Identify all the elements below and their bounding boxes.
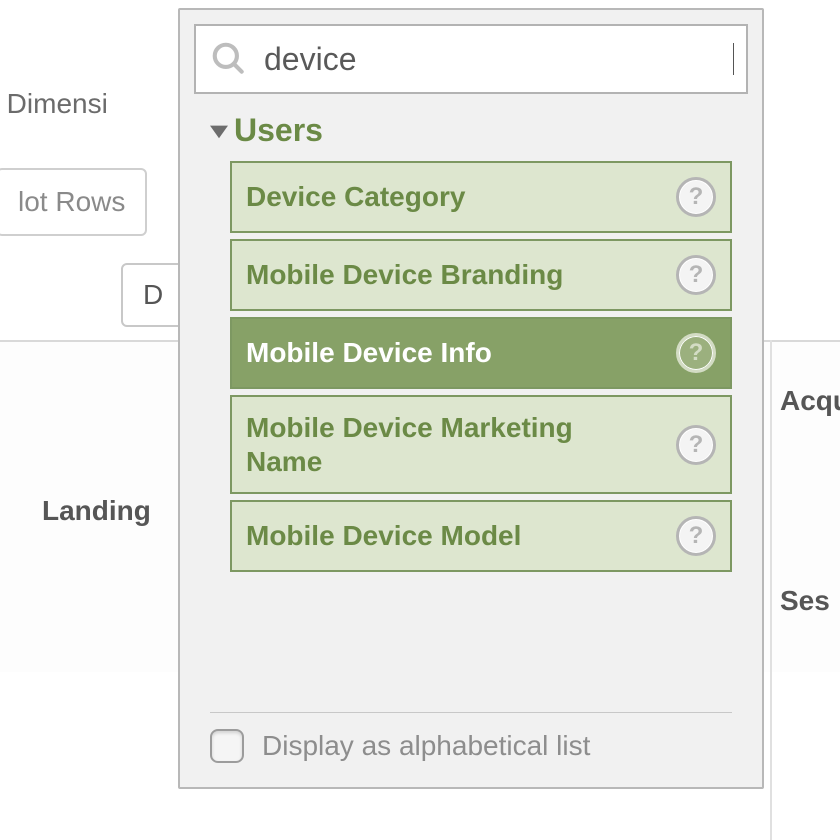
text-cursor [733, 43, 734, 75]
option-device-category[interactable]: Device Category ? [230, 161, 732, 233]
option-mobile-device-model[interactable]: Mobile Device Model ? [230, 500, 732, 572]
caret-down-icon [210, 122, 228, 140]
option-label: Device Category [246, 180, 465, 214]
secondary-dimension-label: ary Dimensi [0, 88, 108, 120]
help-icon[interactable]: ? [676, 333, 716, 373]
acquisition-column-header[interactable]: Acqu [780, 385, 840, 417]
sessions-column-header[interactable]: Ses [780, 585, 830, 617]
option-mobile-device-branding[interactable]: Mobile Device Branding ? [230, 239, 732, 311]
group-header-users[interactable]: Users [210, 112, 762, 149]
option-mobile-device-info[interactable]: Mobile Device Info ? [230, 317, 732, 389]
help-icon[interactable]: ? [676, 255, 716, 295]
plot-rows-button[interactable]: lot Rows [0, 168, 147, 236]
help-icon[interactable]: ? [676, 425, 716, 465]
alpha-list-checkbox[interactable] [210, 729, 244, 763]
option-label: Mobile Device Model [246, 519, 521, 553]
dimension-picker-panel: Users Device Category ? Mobile Device Br… [178, 8, 764, 789]
options-list: Device Category ? Mobile Device Branding… [230, 161, 732, 572]
help-icon[interactable]: ? [676, 177, 716, 217]
alpha-list-row[interactable]: Display as alphabetical list [210, 729, 732, 763]
search-icon [210, 40, 248, 78]
search-input[interactable] [262, 40, 734, 79]
panel-divider [210, 712, 732, 713]
option-label: Mobile Device Marketing Name [246, 411, 646, 478]
option-label: Mobile Device Branding [246, 258, 563, 292]
option-label: Mobile Device Info [246, 336, 492, 370]
option-mobile-device-marketing-name[interactable]: Mobile Device Marketing Name ? [230, 395, 732, 494]
alpha-list-label: Display as alphabetical list [262, 730, 590, 762]
search-field-wrap[interactable] [194, 24, 748, 94]
sort-type-select[interactable]: D [121, 263, 185, 327]
landing-column-header[interactable]: Landing [42, 495, 151, 527]
help-icon[interactable]: ? [676, 516, 716, 556]
group-title: Users [234, 112, 323, 149]
column-divider [770, 340, 772, 840]
